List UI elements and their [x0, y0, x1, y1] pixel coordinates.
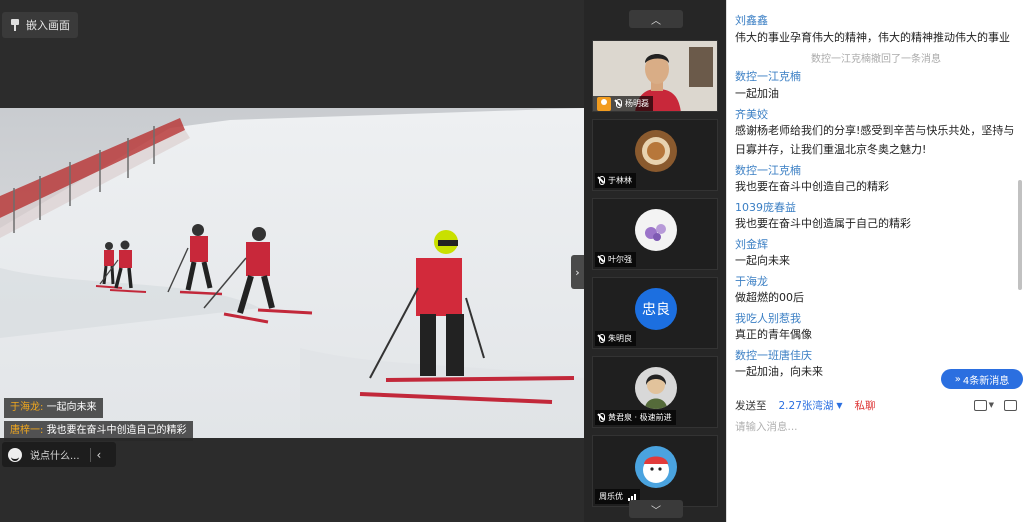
chat-message-text: 感谢杨老师给我们的分享!感受到辛苦与快乐共处，坚持与日寡并存，让我们重温北京冬奥… — [735, 124, 1015, 156]
participant-label: 于林林 — [595, 173, 636, 188]
mic-muted-icon — [599, 334, 605, 343]
screenshot-icon[interactable] — [1004, 399, 1017, 411]
scroll-up-button[interactable]: ︿ — [629, 10, 683, 28]
participant-avatar — [635, 446, 677, 488]
video-area: 嵌入画面 于海龙: 一起向未来 唐梓一: 我也要在奋斗中创造自己的精彩 说点什么… — [0, 0, 584, 522]
quick-chat-input[interactable]: 说点什么... ‹ — [2, 442, 116, 467]
ski-scene-image — [0, 108, 584, 438]
participant-tile[interactable]: 于林林 — [592, 119, 718, 191]
pin-screen-button[interactable]: 嵌入画面 — [2, 12, 78, 38]
message-input[interactable] — [735, 419, 1015, 499]
chat-message-text: 一起向未来 — [735, 254, 790, 267]
chat-sender-name[interactable]: 数控一江克楠 — [735, 68, 801, 84]
caret-down-icon[interactable]: ▼ — [836, 401, 842, 410]
chat-panel: 刘鑫鑫 伟大的事业孕育伟大的精神，伟大的精神推动伟大的事业 数控一江克楠撤回了一… — [726, 0, 1024, 522]
danmaku-message: 唐梓一: 我也要在奋斗中创造自己的精彩 — [4, 421, 193, 441]
participant-avatar — [635, 367, 677, 409]
participant-avatar — [635, 130, 677, 172]
danmaku-nick: 唐梓一: — [10, 425, 44, 436]
chat-tools: ▼ — [973, 399, 1017, 411]
chat-message-text: 伟大的事业孕育伟大的精神，伟大的精神推动伟大的事业 — [735, 31, 1010, 44]
chat-message-list[interactable]: 刘鑫鑫 伟大的事业孕育伟大的精神，伟大的精神推动伟大的事业 数控一江克楠撤回了一… — [727, 0, 1017, 392]
toggle-participants-button[interactable]: › — [571, 255, 584, 289]
private-chat-button[interactable]: 私聊 — [855, 398, 876, 413]
participant-label: 朱明良 — [595, 331, 636, 346]
danmaku-message: 于海龙: 一起向未来 — [4, 398, 103, 418]
mic-icon — [616, 99, 622, 108]
participant-name: 杨明磊 — [625, 99, 649, 108]
participant-name: 周乐优 — [599, 492, 623, 501]
emoji-icon[interactable] — [8, 447, 22, 462]
double-chevron-down-icon: » — [954, 373, 961, 385]
scroll-down-button[interactable]: ﹀ — [629, 500, 683, 518]
participant-list: ︿ 杨明磊 于林林 叶尔强 忠良 朱明良 黄君泉 · 极速前进 周乐优 ﹀ — [584, 0, 726, 522]
participant-name: 朱明良 — [608, 334, 632, 343]
chat-sender-name[interactable]: 我吃人别惹我 — [735, 310, 801, 326]
quick-chat-placeholder: 说点什么... — [30, 451, 80, 462]
participant-name: 黄君泉 · 极速前进 — [608, 413, 672, 422]
chat-message-text: 做超燃的00后 — [735, 291, 804, 304]
chat-sender-name[interactable]: 1039庞春益 — [735, 199, 796, 215]
chat-sender-name[interactable]: 刘金辉 — [735, 236, 768, 252]
chat-sender-name[interactable]: 数控一班唐佳庆 — [735, 347, 812, 363]
participant-tile[interactable]: 杨明磊 — [592, 40, 718, 112]
pin-icon — [10, 19, 20, 31]
pin-label: 嵌入画面 — [26, 19, 70, 32]
mic-muted-icon — [599, 176, 605, 185]
send-target-bar: 发送至 2.27张湾湖 ▼ 私聊 ▼ — [727, 393, 1024, 417]
mic-muted-icon — [599, 413, 605, 422]
send-to-label: 发送至 — [735, 399, 767, 412]
participant-avatar — [635, 209, 677, 251]
folder-icon[interactable] — [973, 399, 987, 411]
caret-down-icon[interactable]: ▼ — [989, 401, 994, 409]
participant-tile[interactable]: 周乐优 — [592, 435, 718, 507]
chevron-right-icon: › — [575, 265, 580, 279]
chevron-down-icon: ﹀ — [651, 505, 661, 517]
participant-name: 叶尔强 — [608, 255, 632, 264]
participant-tile[interactable]: 忠良 朱明良 — [592, 277, 718, 349]
participant-tile[interactable]: 黄君泉 · 极速前进 — [592, 356, 718, 428]
chat-sender-name[interactable]: 于海龙 — [735, 273, 768, 289]
chat-message-text: 我也要在奋斗中创造自己的精彩 — [735, 180, 889, 193]
host-icon — [597, 96, 611, 111]
collapse-chat-icon[interactable]: ‹ — [97, 448, 102, 462]
chat-message-text: 真正的青年偶像 — [735, 328, 812, 341]
chevron-up-icon: ︿ — [651, 15, 661, 27]
chat-sender-name[interactable]: 数控一江克楠 — [735, 162, 801, 178]
new-messages-button[interactable]: » 4条新消息 — [941, 369, 1023, 389]
mic-muted-icon — [599, 255, 605, 264]
danmaku-text: 一起向未来 — [46, 402, 97, 413]
participant-label: 黄君泉 · 极速前进 — [595, 410, 676, 425]
participant-text-avatar: 忠良 — [635, 288, 677, 330]
chat-message-text: 我也要在奋斗中创造属于自己的精彩 — [735, 217, 911, 230]
chat-message-text: 一起加油 — [735, 87, 779, 100]
danmaku-nick: 于海龙: — [10, 402, 44, 413]
danmaku-text: 我也要在奋斗中创造自己的精彩 — [46, 425, 187, 436]
participant-label: 杨明磊 — [593, 96, 653, 111]
new-messages-label: 4条新消息 — [962, 375, 1010, 387]
chat-scrollbar[interactable] — [1018, 180, 1022, 290]
chat-system-note: 数控一江克楠撤回了一条消息 — [811, 54, 941, 65]
participant-tile[interactable]: 叶尔强 — [592, 198, 718, 270]
chat-sender-name[interactable]: 齐美姣 — [735, 106, 768, 122]
send-target-select[interactable]: 2.27张湾湖 — [779, 398, 834, 413]
divider — [89, 447, 91, 462]
participant-label: 叶尔强 — [595, 252, 636, 267]
participant-name: 于林林 — [608, 176, 632, 185]
shared-video-stage[interactable] — [0, 108, 584, 438]
chat-sender-name[interactable]: 刘鑫鑫 — [735, 12, 768, 28]
